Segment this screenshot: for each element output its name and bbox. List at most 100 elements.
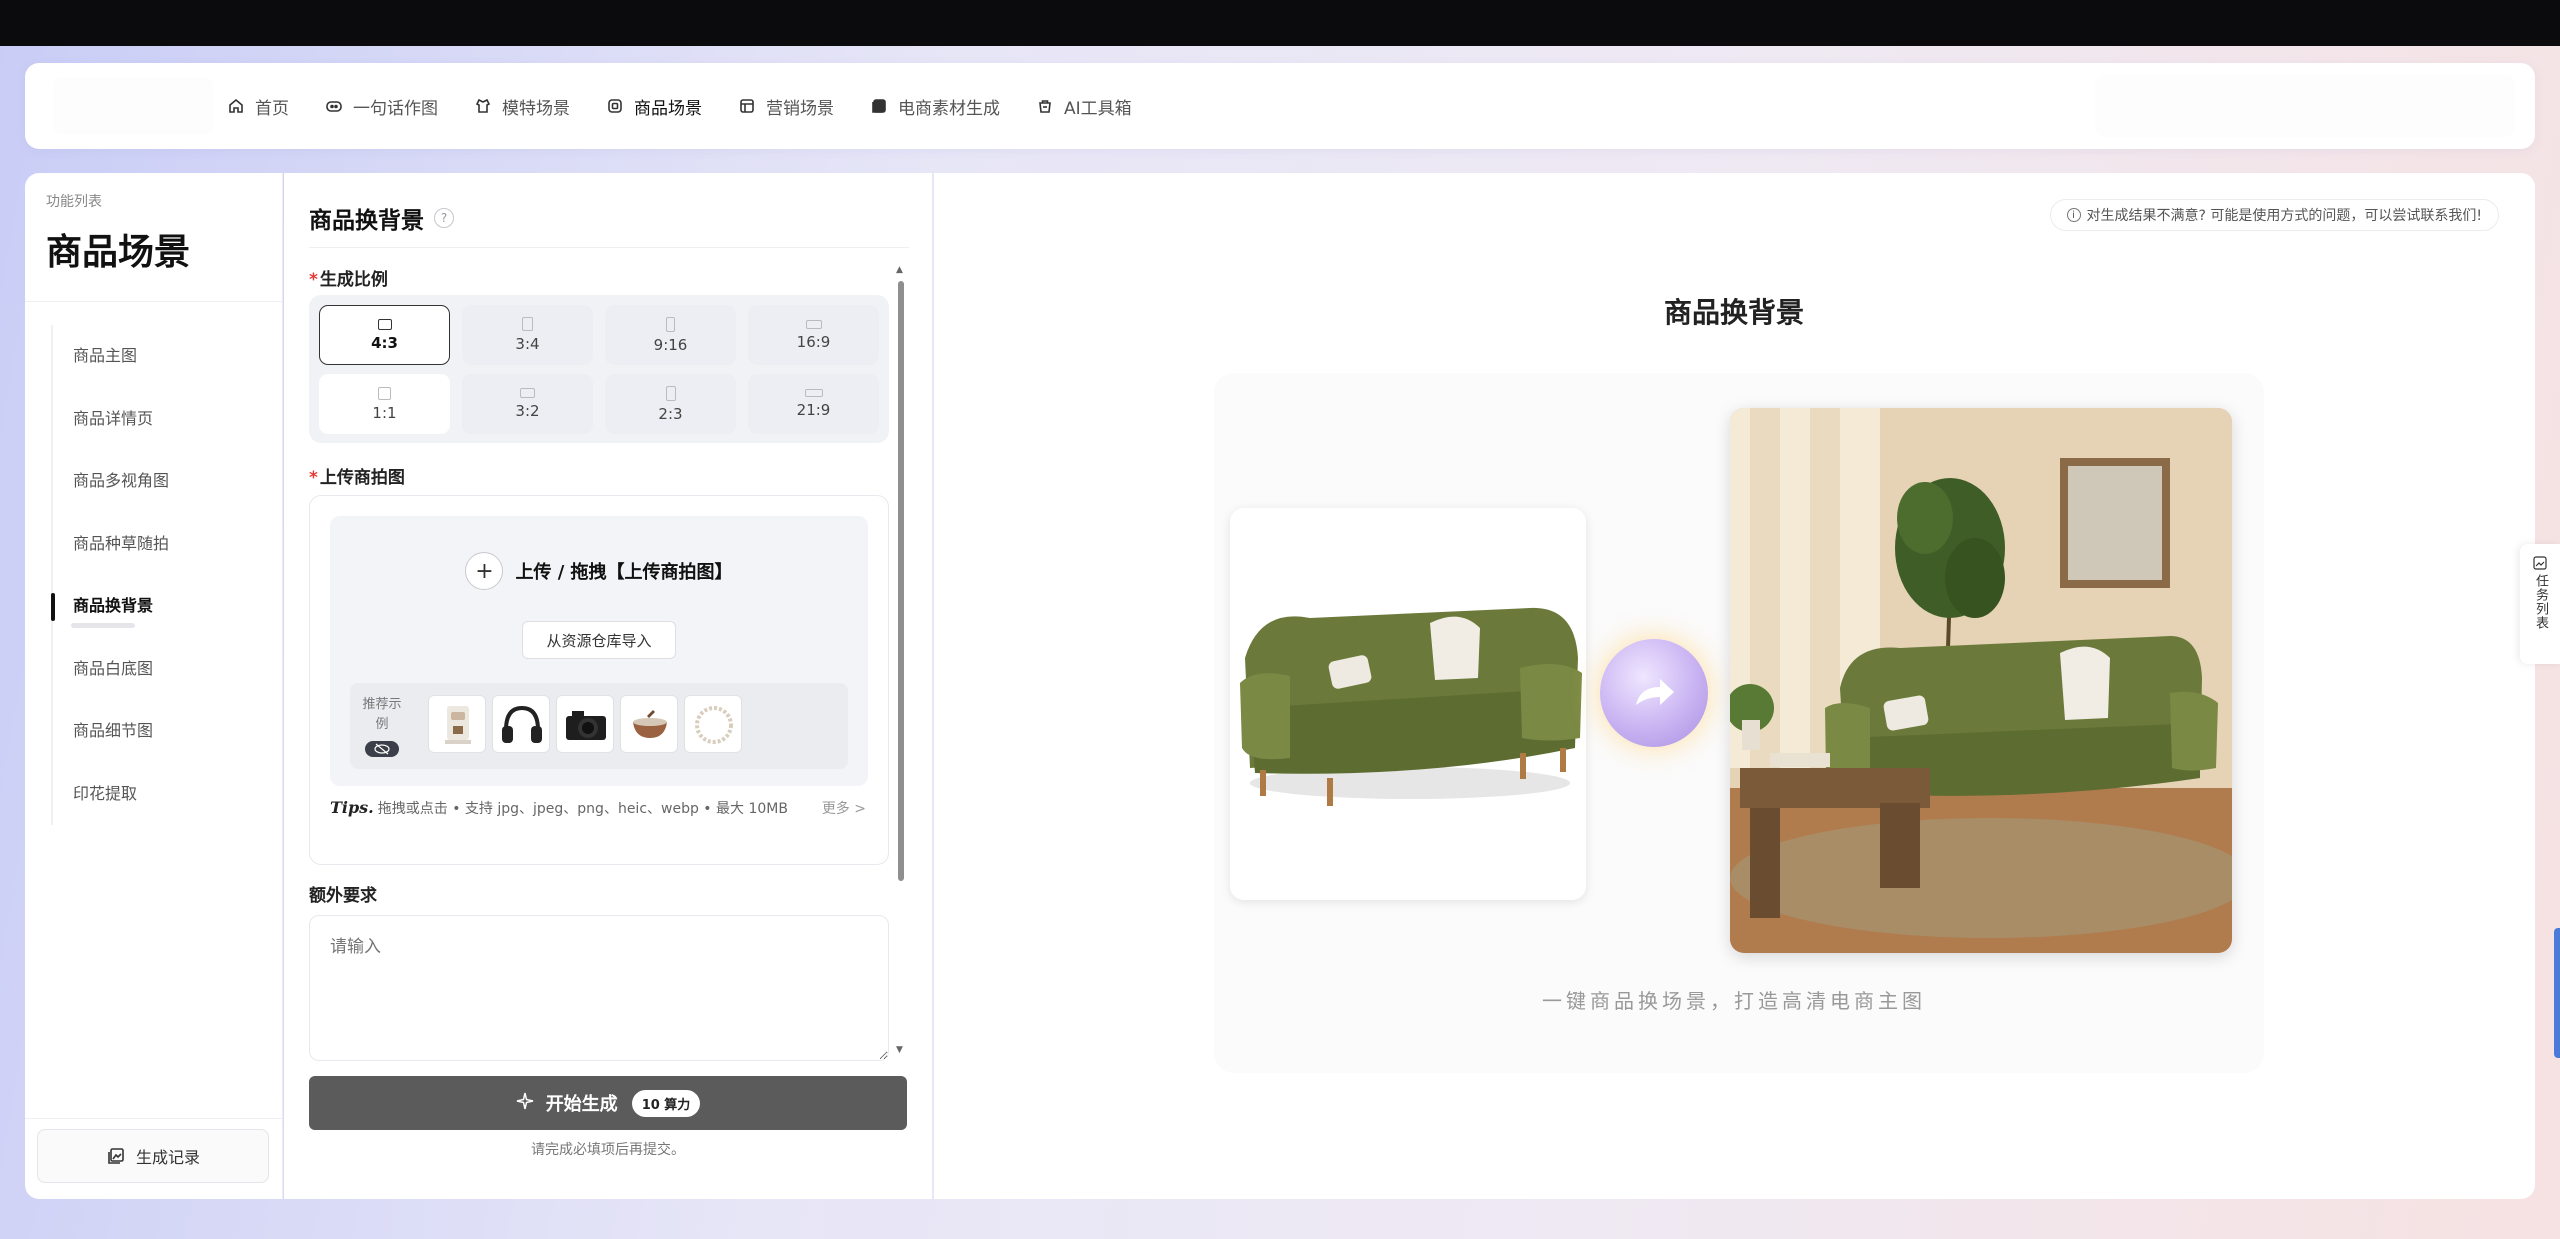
- import-from-library-button[interactable]: 从资源仓库导入: [522, 621, 676, 659]
- nav-item-model-scene[interactable]: 模特场景: [474, 94, 570, 119]
- extra-requirements-input[interactable]: [309, 915, 889, 1061]
- ratio-selector: 4:3 3:4 9:16 16:9 1:1 3:2 2:3 21:9: [309, 295, 889, 443]
- ratio-shape-icon: [804, 389, 823, 397]
- ratio-option-21-9[interactable]: 21:9: [748, 374, 879, 434]
- generate-button[interactable]: 开始生成 10 算力: [309, 1076, 907, 1130]
- upload-trigger[interactable]: + 上传 / 拖拽【上传商拍图】: [330, 552, 868, 590]
- ratio-label: 2:3: [658, 404, 683, 423]
- ratio-label: 9:16: [653, 335, 688, 354]
- hide-eye-icon[interactable]: [365, 741, 399, 757]
- feedback-notice[interactable]: i 对生成结果不满意? 可能是使用方式的问题，可以尝试联系我们!: [2049, 199, 2499, 231]
- generate-label: 开始生成: [545, 1094, 618, 1115]
- model-icon: [474, 97, 492, 115]
- ratio-shape-icon: [805, 319, 822, 329]
- history-button[interactable]: 生成记录: [37, 1129, 269, 1183]
- nav-item-label: AI工具箱: [1064, 98, 1132, 119]
- tips-text: 拖拽或点击 • 支持 jpg、jpeg、png、heic、webp • 最大 1…: [377, 801, 788, 817]
- demo-caption: 一键商品换场景，打造高清电商主图: [1542, 989, 1926, 1013]
- sample-headphones[interactable]: [492, 695, 550, 753]
- nav-item-product-scene[interactable]: 商品场景: [606, 94, 702, 119]
- side-handle[interactable]: [2554, 928, 2560, 1058]
- transform-arrow-icon: [1600, 639, 1708, 747]
- nav-item-label: 首页: [255, 98, 289, 119]
- chat-icon: [325, 97, 343, 115]
- nav-item-label: 营销场景: [766, 98, 834, 119]
- sample-camera[interactable]: [556, 695, 614, 753]
- cost-badge: 10 算力: [631, 1089, 701, 1117]
- preview-area: i 对生成结果不满意? 可能是使用方式的问题，可以尝试联系我们! 商品换背景 一…: [934, 173, 2535, 1199]
- panel-title: 商品换背景 ?: [309, 201, 454, 235]
- nav-item-one-sentence[interactable]: 一句话作图: [325, 94, 438, 119]
- nav-item-label: 一句话作图: [353, 98, 438, 119]
- ratio-option-3-4[interactable]: 3:4: [462, 305, 593, 365]
- more-link[interactable]: 更多 >: [822, 798, 866, 818]
- config-panel: 商品换背景 ? *生成比例 4:3 3:4 9:16 16:9 1:1 3:2: [284, 173, 932, 1199]
- sidebar-item-main-image[interactable]: 商品主图: [53, 325, 271, 388]
- demo-title: 商品换背景: [1663, 296, 1804, 329]
- material-icon: [870, 97, 888, 115]
- toolbox-icon: [1036, 97, 1054, 115]
- required-mark: *: [309, 468, 318, 488]
- sample-bowl[interactable]: [620, 695, 678, 753]
- sample-coffee-machine[interactable]: [428, 695, 486, 753]
- help-icon[interactable]: ?: [434, 208, 454, 228]
- ratio-label: 16:9: [796, 332, 831, 351]
- sidebar-item-multi-view[interactable]: 商品多视角图: [53, 450, 271, 513]
- tips-prefix: Tips.: [330, 798, 374, 817]
- ratio-option-3-2[interactable]: 3:2: [462, 374, 593, 434]
- system-top-bar: [0, 0, 2560, 46]
- panel-title-text: 商品换背景: [309, 208, 424, 234]
- ratio-shape-icon: [377, 318, 392, 330]
- sidebar-item-print-extract[interactable]: 印花提取: [53, 763, 271, 826]
- notice-text: 对生成结果不满意? 可能是使用方式的问题，可以尝试联系我们!: [2086, 208, 2483, 224]
- nav-item-ai-toolbox[interactable]: AI工具箱: [1036, 94, 1132, 119]
- upload-tips: Tips. 拖拽或点击 • 支持 jpg、jpeg、png、heic、webp •…: [330, 798, 788, 818]
- info-icon: i: [2066, 208, 2081, 222]
- upload-card: + 上传 / 拖拽【上传商拍图】 从资源仓库导入 推荐示例 Tips. 拖拽或点…: [309, 495, 889, 865]
- ratio-label: 4:3: [371, 333, 398, 352]
- required-mark: *: [309, 270, 318, 290]
- ratio-label: 3:2: [515, 402, 540, 420]
- nav-item-label: 商品场景: [634, 98, 702, 119]
- product-icon: [606, 97, 624, 115]
- user-area[interactable]: [2095, 75, 2515, 137]
- ratio-label: 生成比例: [319, 270, 388, 290]
- marketing-icon: [738, 97, 756, 115]
- scrollbar-thumb[interactable]: [898, 281, 904, 881]
- task-list-tab[interactable]: 任务列表: [2520, 544, 2560, 664]
- nav-item-ecommerce-material[interactable]: 电商素材生成: [870, 94, 1000, 119]
- ratio-shape-icon: [666, 316, 675, 332]
- ratio-section-label: * 生成比例: [309, 265, 388, 290]
- ratio-option-1-1[interactable]: 1:1: [319, 374, 450, 434]
- extra-section-label: 额外要求: [309, 886, 377, 906]
- generate-hint: 请完成必填项后再提交。: [531, 1142, 685, 1158]
- sample-necklace[interactable]: [684, 695, 742, 753]
- ratio-option-16-9[interactable]: 16:9: [748, 305, 879, 365]
- upload-section-label: * 上传商拍图: [309, 463, 405, 488]
- sidebar-item-white-background[interactable]: 商品白底图: [53, 638, 271, 701]
- logo[interactable]: [53, 77, 213, 135]
- task-list-label: 任务列表: [2533, 574, 2548, 630]
- scroll-up-icon[interactable]: ▲: [896, 265, 903, 275]
- samples-label: 推荐示例: [362, 697, 402, 732]
- upload-text: 上传 / 拖拽【上传商拍图】: [515, 562, 733, 583]
- sidebar-item-detail-page[interactable]: 商品详情页: [53, 388, 271, 451]
- ratio-shape-icon: [520, 388, 535, 398]
- sidebar-item-detail-image[interactable]: 商品细节图: [53, 700, 271, 763]
- scroll-down-icon[interactable]: ▼: [896, 1045, 903, 1055]
- ratio-shape-icon: [378, 386, 391, 400]
- ratio-option-4-3[interactable]: 4:3: [319, 305, 450, 365]
- upload-dropzone[interactable]: + 上传 / 拖拽【上传商拍图】 从资源仓库导入 推荐示例: [330, 516, 868, 786]
- history-label: 生成记录: [135, 1148, 200, 1167]
- nav-item-marketing-scene[interactable]: 营销场景: [738, 94, 834, 119]
- upload-label: 上传商拍图: [319, 468, 405, 488]
- nav-item-label: 模特场景: [502, 98, 570, 119]
- nav-item-home[interactable]: 首页: [227, 94, 289, 119]
- ratio-shape-icon: [665, 385, 676, 401]
- sidebar-item-change-background[interactable]: 商品换背景: [51, 575, 271, 638]
- divider: [309, 247, 909, 248]
- sidebar-item-casual-shot[interactable]: 商品种草随拍: [53, 513, 271, 576]
- ratio-option-2-3[interactable]: 2:3: [605, 374, 736, 434]
- ratio-option-9-16[interactable]: 9:16: [605, 305, 736, 365]
- nav-item-label: 电商素材生成: [898, 98, 1000, 119]
